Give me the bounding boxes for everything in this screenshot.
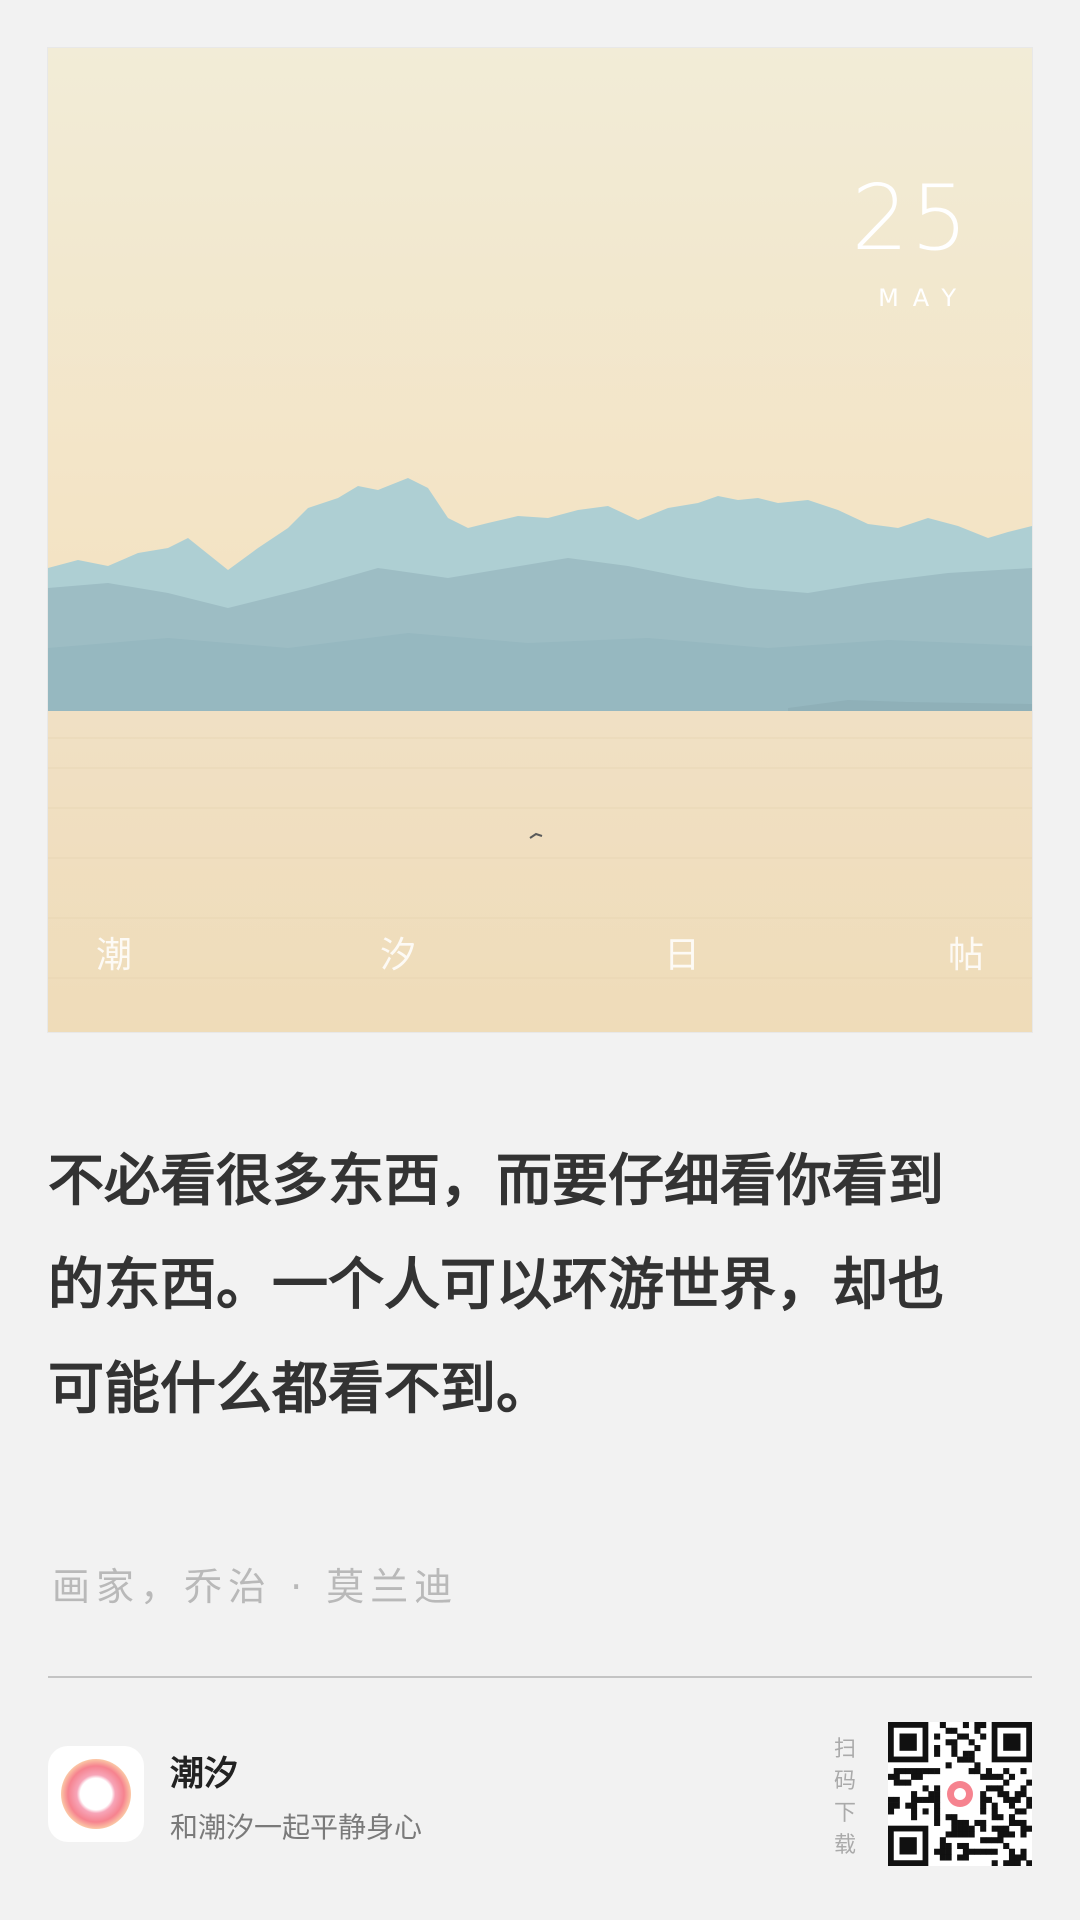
scan-hint-char: 码 xyxy=(833,1769,856,1794)
hero-image: 25 MAY xyxy=(48,48,1032,1032)
app-logo-icon xyxy=(61,1759,131,1829)
quote-line: 不必看很多东西，而要仔细看你看到 xyxy=(48,1149,944,1214)
tide-app-icon[interactable] xyxy=(48,1746,144,1842)
brand-char: 汐 xyxy=(379,935,416,976)
brand-char: 帖 xyxy=(947,935,984,976)
date-month: MAY xyxy=(878,284,970,312)
app-slogan: 和潮汐一起平静身心 xyxy=(170,1811,423,1844)
brand-strip: 潮 汐 日 帖 xyxy=(48,936,1032,976)
qr-code-icon[interactable] xyxy=(888,1722,1033,1867)
app-name: 潮汐 xyxy=(170,1754,238,1794)
date-day: 25 xyxy=(851,166,970,271)
divider xyxy=(48,1676,1032,1678)
quote-text: 不必看很多东西，而要仔细看你看到 的东西。一个人可以环游世界，却也 可能什么都看… xyxy=(48,1130,1008,1442)
quote-attribution: 画家，乔治 · 莫兰迪 xyxy=(52,1565,459,1609)
quote-line: 可能什么都看不到。 xyxy=(48,1357,552,1422)
scan-hint: 扫 码 下 载 xyxy=(830,1734,860,1862)
brand-char: 潮 xyxy=(96,935,133,976)
quote-line: 的东西。一个人可以环游世界，却也 xyxy=(48,1253,944,1318)
qr-code-graphic xyxy=(888,1722,1033,1867)
scan-hint-char: 载 xyxy=(833,1833,856,1858)
brand-char: 日 xyxy=(663,935,700,976)
scan-hint-char: 下 xyxy=(833,1801,856,1826)
scan-hint-char: 扫 xyxy=(833,1737,856,1762)
